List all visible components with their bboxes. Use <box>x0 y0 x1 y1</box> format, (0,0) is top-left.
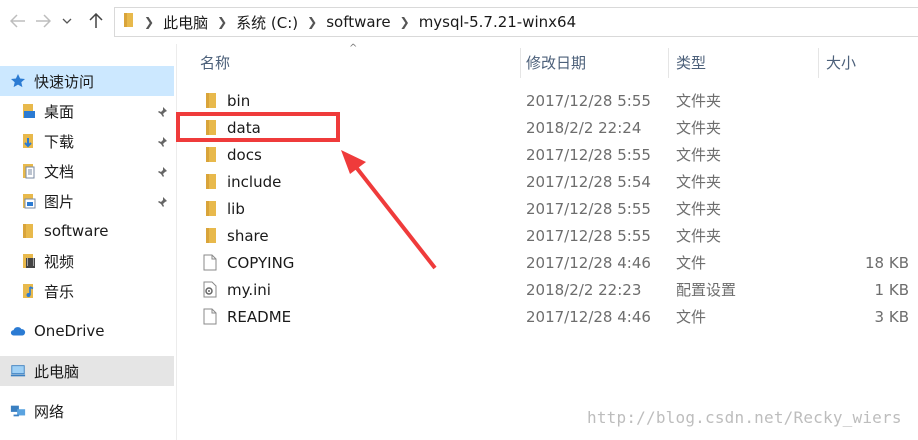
watermark: http://blog.csdn.net/Recky_wiers <box>587 408 902 427</box>
annotation-arrow-icon <box>341 150 437 270</box>
